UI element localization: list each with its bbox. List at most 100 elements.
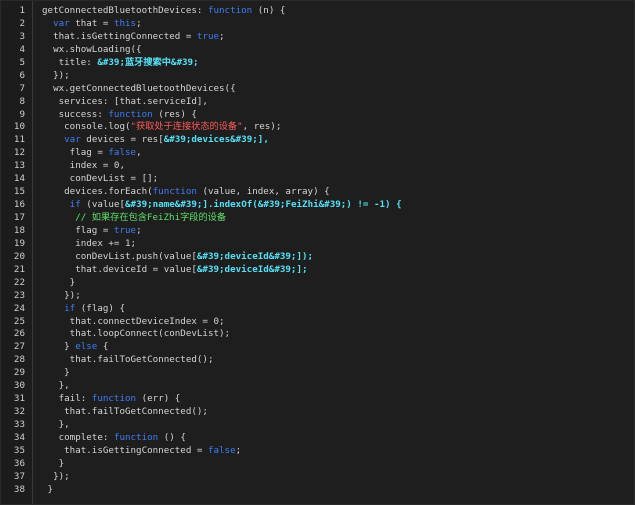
code-line: 18 flag = true; xyxy=(1,225,634,238)
code-text: complete: function () { xyxy=(42,432,186,445)
code-token: }, xyxy=(42,419,70,430)
line-number: 37 xyxy=(13,470,25,482)
code-token: that.deviceId = value[ xyxy=(42,263,197,275)
code-text: wx.getConnectedBluetoothDevices({ xyxy=(42,83,236,96)
code-line: 5 title: &#39;蓝牙搜索中&#39; xyxy=(1,57,634,70)
code-token: conDevList = []; xyxy=(42,173,159,185)
code-text: flag = false, xyxy=(42,147,142,160)
code-line: 27 } else { xyxy=(1,341,634,354)
code-line: 17 // 如果存在包含FeiZhi字段的设备 xyxy=(1,212,634,225)
code-token: ; xyxy=(136,224,142,236)
code-token: complete: xyxy=(42,431,114,443)
code-token: &#39;devices&#39; xyxy=(163,134,258,146)
line-number: 2 xyxy=(19,17,25,29)
code-token: that.connectDeviceIndex = 0; xyxy=(42,315,225,327)
code-keyword: function xyxy=(108,108,153,120)
code-string: "获取处于连接状态的设备" xyxy=(130,121,243,133)
code-keyword: function xyxy=(207,5,253,16)
code-line: 33 }, xyxy=(1,419,634,432)
code-line: 15 devices.forEach(function (value, inde… xyxy=(1,186,634,199)
line-number: 5 xyxy=(19,56,25,68)
code-text: devices.forEach(function (value, index, … xyxy=(42,186,330,199)
code-line: 13 index = 0, xyxy=(1,160,634,173)
code-text: that.connectDeviceIndex = 0; xyxy=(42,316,225,329)
line-number: 15 xyxy=(13,186,25,198)
code-token: (err) { xyxy=(136,393,181,405)
code-token: (flag) { xyxy=(75,302,126,314)
code-token: } xyxy=(42,276,76,288)
line-number: 21 xyxy=(13,263,25,275)
code-token: , xyxy=(136,147,142,159)
code-text: }); xyxy=(42,290,81,303)
code-token: that.failToGetConnected(); xyxy=(42,406,208,418)
line-number: 20 xyxy=(13,250,25,262)
code-line: 29 } xyxy=(1,367,634,380)
code-keyword: function xyxy=(152,186,197,198)
line-number: 29 xyxy=(13,367,25,379)
line-number: 22 xyxy=(13,276,25,288)
line-number: 11 xyxy=(13,134,25,146)
code-token: &#39;deviceId&#39; xyxy=(196,263,297,275)
code-token: wx.showLoading({ xyxy=(42,43,142,55)
line-number: 8 xyxy=(19,95,25,107)
code-token: ].indexOf(&#39;FeiZhi&#39;) != -1) { xyxy=(202,199,402,211)
code-token: }, xyxy=(42,380,70,392)
line-number: 17 xyxy=(13,212,25,223)
code-area[interactable]: 1 getConnectedBluetoothDevices: function … xyxy=(1,5,634,497)
code-text: } else { xyxy=(42,341,108,354)
code-token: (n) { xyxy=(252,5,286,16)
code-line: 23 }); xyxy=(1,290,634,303)
line-number: 1 xyxy=(19,5,25,16)
code-token: wx.getConnectedBluetoothDevices({ xyxy=(42,82,236,94)
code-token: , res); xyxy=(242,121,282,133)
code-token: (res) { xyxy=(152,108,197,120)
code-line: 6 }); xyxy=(1,70,634,83)
code-text: fail: function (err) { xyxy=(42,393,181,406)
code-line: 20 conDevList.push(value[&#39;deviceId&#… xyxy=(1,251,634,264)
code-token: index += 1; xyxy=(42,237,137,249)
line-number: 12 xyxy=(13,147,25,159)
code-token: }); xyxy=(42,289,81,301)
code-line: 30 }, xyxy=(1,380,634,393)
code-line: 31 fail: function (err) { xyxy=(1,393,634,406)
line-number: 31 xyxy=(13,393,25,405)
code-line: 38 } xyxy=(1,484,634,497)
code-text: var that = this; xyxy=(42,18,142,31)
code-token: ; xyxy=(235,444,242,456)
code-token: } xyxy=(42,457,65,469)
line-number: 34 xyxy=(13,431,25,443)
code-text: getConnectedBluetoothDevices: function (… xyxy=(42,5,285,18)
code-line: 8 services: [that.serviceId], xyxy=(1,96,634,109)
code-text: }, xyxy=(42,419,70,432)
code-token: fail: xyxy=(42,393,92,405)
line-number: 6 xyxy=(19,69,25,81)
code-line: 2 var that = this; xyxy=(1,18,634,31)
line-number: 10 xyxy=(13,121,25,133)
code-editor: 1 getConnectedBluetoothDevices: function … xyxy=(0,0,635,505)
code-token: index = 0, xyxy=(42,160,125,172)
line-number: 3 xyxy=(19,30,25,42)
code-token: success: xyxy=(42,108,109,120)
line-number: 13 xyxy=(13,160,25,172)
code-text: conDevList.push(value[&#39;deviceId&#39;… xyxy=(42,251,313,264)
code-text: that.isGettingConnected = false; xyxy=(42,445,241,458)
code-line: 32 that.failToGetConnected(); xyxy=(1,406,634,419)
line-number: 14 xyxy=(13,173,25,185)
code-text: services: [that.serviceId], xyxy=(42,96,208,109)
code-token: (value, index, array) { xyxy=(196,186,330,198)
code-line: 34 complete: function () { xyxy=(1,432,634,445)
code-token: conDevList.push(value[ xyxy=(42,250,197,262)
code-token: &#39;name&#39; xyxy=(125,199,203,211)
code-keyword: var xyxy=(64,134,81,146)
code-token: { xyxy=(97,341,109,353)
line-number: 28 xyxy=(13,354,25,366)
code-token: title: xyxy=(42,56,98,68)
code-text: that.failToGetConnected(); xyxy=(42,406,208,419)
code-text: } xyxy=(42,276,76,290)
code-line: 7 wx.getConnectedBluetoothDevices({ xyxy=(1,83,634,96)
code-keyword: function xyxy=(91,393,137,405)
code-token: devices.forEach( xyxy=(42,186,153,198)
code-token: devices = res[ xyxy=(80,134,164,146)
code-token: &#39;蓝牙搜索中&#39; xyxy=(97,56,199,68)
line-number: 25 xyxy=(13,315,25,327)
